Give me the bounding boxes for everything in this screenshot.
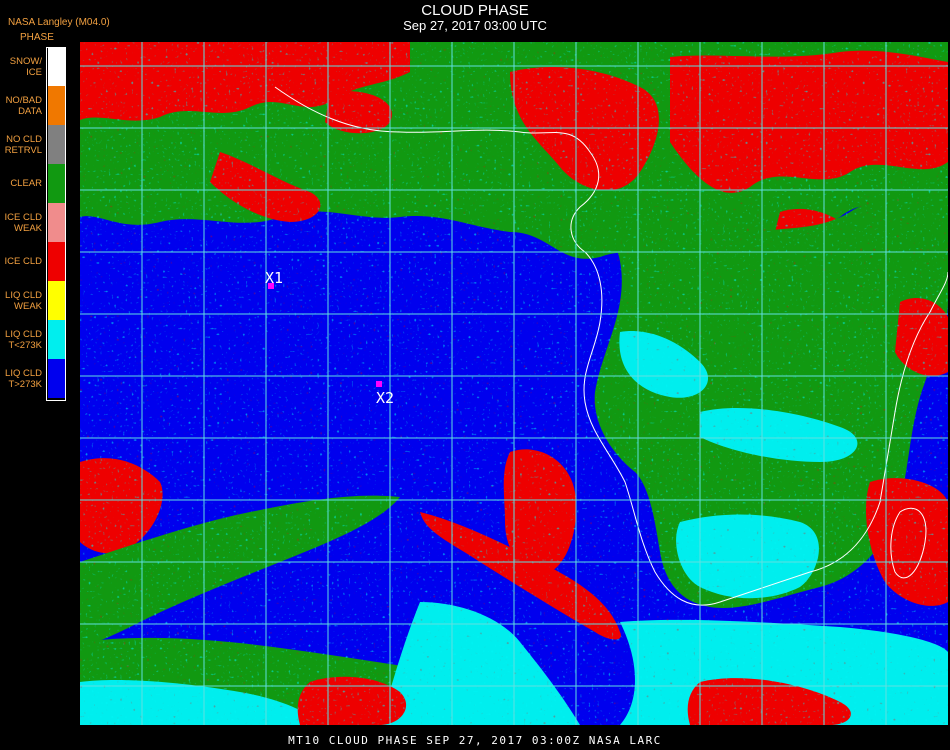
legend-label-line: WEAK bbox=[14, 300, 42, 312]
legend-label-line: T<273K bbox=[8, 339, 42, 351]
cloud-phase-map[interactable]: X1 X2 bbox=[80, 42, 948, 725]
marker-x1-label: X1 bbox=[265, 269, 283, 287]
legend-label: ICE CLD WEAK bbox=[0, 203, 42, 242]
legend-frame bbox=[46, 47, 66, 401]
legend-label-line: DATA bbox=[18, 105, 42, 117]
legend-label-line: CLEAR bbox=[10, 178, 42, 189]
legend-title: PHASE bbox=[20, 32, 54, 43]
legend-label: NO/BAD DATA bbox=[0, 86, 42, 125]
legend-label: LIQ CLD WEAK bbox=[0, 281, 42, 320]
legend-label-line: LIQ CLD bbox=[5, 289, 42, 301]
legend-label-line: RETRVL bbox=[4, 144, 42, 156]
page-title: CLOUD PHASE bbox=[421, 2, 529, 19]
legend-label-line: SNOW/ bbox=[9, 55, 42, 67]
legend-label-line: ICE CLD bbox=[4, 256, 42, 267]
legend-label-line: NO/BAD bbox=[5, 94, 42, 106]
marker-x2-label: X2 bbox=[376, 389, 394, 407]
legend-label: NO CLD RETRVL bbox=[0, 125, 42, 164]
legend-label: CLEAR bbox=[0, 164, 42, 203]
legend-label-line: WEAK bbox=[14, 222, 42, 234]
legend-label: LIQ CLD T<273K bbox=[0, 320, 42, 359]
legend-label: ICE CLD bbox=[0, 242, 42, 281]
marker-x2-dot bbox=[376, 381, 382, 387]
marker-x1[interactable]: X1 bbox=[265, 269, 283, 289]
legend-label: SNOW/ ICE bbox=[0, 47, 42, 86]
legend-label: LIQ CLD T>273K bbox=[0, 359, 42, 398]
legend-label-line: NO CLD bbox=[6, 133, 42, 145]
legend-label-line: T>273K bbox=[8, 378, 42, 390]
legend-label-line: ICE CLD bbox=[4, 211, 42, 223]
footer-caption: MT10 CLOUD PHASE SEP 27, 2017 03:00Z NAS… bbox=[288, 734, 662, 747]
legend-label-line: LIQ CLD bbox=[5, 328, 42, 340]
timestamp-subtitle: Sep 27, 2017 03:00 UTC bbox=[403, 18, 547, 33]
legend-label-line: ICE bbox=[26, 66, 42, 78]
legend-label-line: LIQ CLD bbox=[5, 367, 42, 379]
